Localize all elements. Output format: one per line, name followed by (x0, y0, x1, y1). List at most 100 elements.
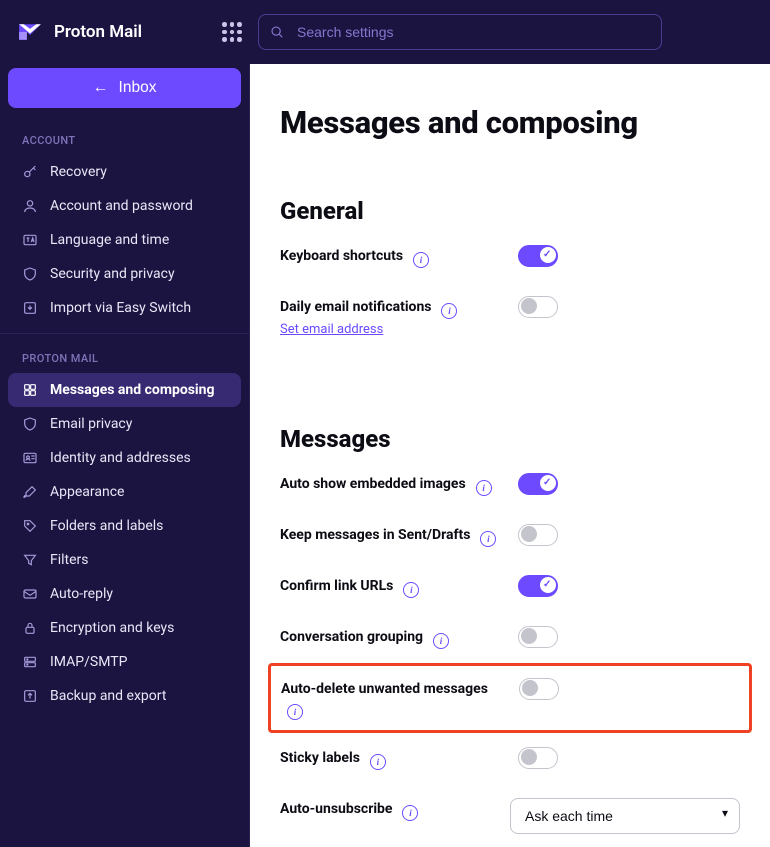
key-icon (22, 164, 38, 180)
sidebar-item-label: IMAP/SMTP (50, 654, 127, 670)
sidebar-item-appearance[interactable]: Appearance (8, 475, 241, 509)
toggle-keep-sent[interactable] (518, 524, 558, 546)
toggle-auto-delete[interactable] (519, 678, 559, 700)
sidebar-item-label: Folders and labels (50, 518, 163, 534)
info-icon[interactable]: i (402, 805, 418, 821)
shield-outline-icon (22, 416, 38, 432)
sidebar-item-backup-export[interactable]: Backup and export (8, 679, 241, 713)
sidebar-item-label: Messages and composing (50, 382, 214, 398)
highlight-auto-delete: Auto-delete unwanted messages i (268, 663, 752, 733)
inbox-button[interactable]: ← Inbox (8, 68, 241, 108)
toggle-sticky-labels[interactable] (518, 747, 558, 769)
section-messages-title: Messages (280, 425, 740, 453)
search-icon (270, 25, 284, 39)
info-icon[interactable]: i (441, 303, 457, 319)
sidebar-item-email-privacy[interactable]: Email privacy (8, 407, 241, 441)
sidebar-item-label: Backup and export (50, 688, 166, 704)
sidebar-item-label: Account and password (50, 198, 193, 214)
sidebar-item-import[interactable]: Import via Easy Switch (8, 291, 241, 325)
sidebar-section-account: ACCOUNT (8, 124, 241, 155)
section-general-title: General (280, 197, 740, 225)
grid-icon (22, 382, 38, 398)
sidebar-item-label: Appearance (50, 484, 124, 500)
sidebar-item-encryption[interactable]: Encryption and keys (8, 611, 241, 645)
search-box (258, 14, 662, 50)
language-icon (22, 232, 38, 248)
info-icon[interactable]: i (433, 633, 449, 649)
main-content: Messages and composing General Keyboard … (250, 64, 770, 847)
divider (0, 333, 249, 334)
setting-conversation-grouping: Conversation grouping i (280, 626, 740, 649)
sidebar: ← Inbox ACCOUNT Recovery Account and pas… (0, 64, 250, 847)
apps-grid-icon[interactable] (222, 22, 242, 42)
setting-daily-email: Daily email notifications i Set email ad… (280, 296, 740, 337)
import-icon (22, 300, 38, 316)
brand-logo[interactable]: Proton Mail (16, 18, 206, 46)
sidebar-item-folders-labels[interactable]: Folders and labels (8, 509, 241, 543)
toggle-confirm-urls[interactable] (518, 575, 558, 597)
header: Proton Mail (0, 0, 770, 64)
page-title: Messages and composing (280, 104, 740, 141)
user-icon (22, 198, 38, 214)
setting-sticky-labels: Sticky labels i (280, 747, 740, 770)
select-auto-unsubscribe[interactable]: Ask each time (510, 798, 740, 834)
sidebar-item-label: Recovery (50, 164, 107, 180)
setting-label: Auto show embedded images (280, 476, 466, 492)
setting-auto-show-images: Auto show embedded images i (280, 473, 740, 496)
sidebar-item-auto-reply[interactable]: Auto-reply (8, 577, 241, 611)
lock-icon (22, 620, 38, 636)
sidebar-item-identity[interactable]: Identity and addresses (8, 441, 241, 475)
setting-label: Auto-delete unwanted messages (281, 681, 488, 697)
setting-confirm-urls: Confirm link URLs i (280, 575, 740, 598)
sidebar-item-account-password[interactable]: Account and password (8, 189, 241, 223)
tag-icon (22, 518, 38, 534)
set-email-link[interactable]: Set email address (280, 322, 502, 337)
server-icon (22, 654, 38, 670)
setting-keyboard-shortcuts: Keyboard shortcuts i (280, 245, 740, 268)
funnel-icon (22, 552, 38, 568)
search-input[interactable] (258, 14, 662, 50)
toggle-daily-email[interactable] (518, 296, 558, 318)
sidebar-item-imap-smtp[interactable]: IMAP/SMTP (8, 645, 241, 679)
sidebar-section-proton-mail: PROTON MAIL (8, 342, 241, 373)
sidebar-item-label: Email privacy (50, 416, 132, 432)
envelope-reply-icon (22, 586, 38, 602)
shield-icon (22, 266, 38, 282)
sidebar-item-label: Identity and addresses (50, 450, 191, 466)
toggle-auto-show-images[interactable] (518, 473, 558, 495)
brush-icon (22, 484, 38, 500)
setting-label: Keyboard shortcuts (280, 248, 403, 264)
brand-name: Proton Mail (54, 22, 142, 42)
sidebar-item-label: Filters (50, 552, 89, 568)
info-icon[interactable]: i (413, 252, 429, 268)
sidebar-item-security-privacy[interactable]: Security and privacy (8, 257, 241, 291)
setting-auto-unsubscribe: Auto-unsubscribe i Ask each time (280, 798, 740, 834)
setting-auto-delete: Auto-delete unwanted messages i (281, 678, 739, 720)
toggle-conversation-grouping[interactable] (518, 626, 558, 648)
sidebar-item-recovery[interactable]: Recovery (8, 155, 241, 189)
toggle-keyboard-shortcuts[interactable] (518, 245, 558, 267)
sidebar-item-label: Encryption and keys (50, 620, 174, 636)
setting-label: Conversation grouping (280, 629, 423, 645)
sidebar-item-language-time[interactable]: Language and time (8, 223, 241, 257)
sidebar-item-filters[interactable]: Filters (8, 543, 241, 577)
export-icon (22, 688, 38, 704)
inbox-button-label: Inbox (119, 79, 157, 97)
setting-label: Confirm link URLs (280, 578, 393, 594)
id-card-icon (22, 450, 38, 466)
sidebar-item-label: Language and time (50, 232, 169, 248)
info-icon[interactable]: i (476, 480, 492, 496)
info-icon[interactable]: i (403, 582, 419, 598)
sidebar-item-label: Import via Easy Switch (50, 300, 191, 316)
arrow-left-icon: ← (93, 79, 109, 97)
info-icon[interactable]: i (480, 531, 496, 547)
info-icon[interactable]: i (370, 754, 386, 770)
setting-label: Sticky labels (280, 750, 360, 766)
setting-label: Auto-unsubscribe (280, 801, 393, 817)
setting-label: Keep messages in Sent/Drafts (280, 527, 470, 543)
sidebar-item-label: Security and privacy (50, 266, 175, 282)
info-icon[interactable]: i (287, 704, 303, 720)
setting-keep-sent: Keep messages in Sent/Drafts i (280, 524, 740, 547)
proton-logo-icon (16, 18, 44, 46)
sidebar-item-messages-composing[interactable]: Messages and composing (8, 373, 241, 407)
